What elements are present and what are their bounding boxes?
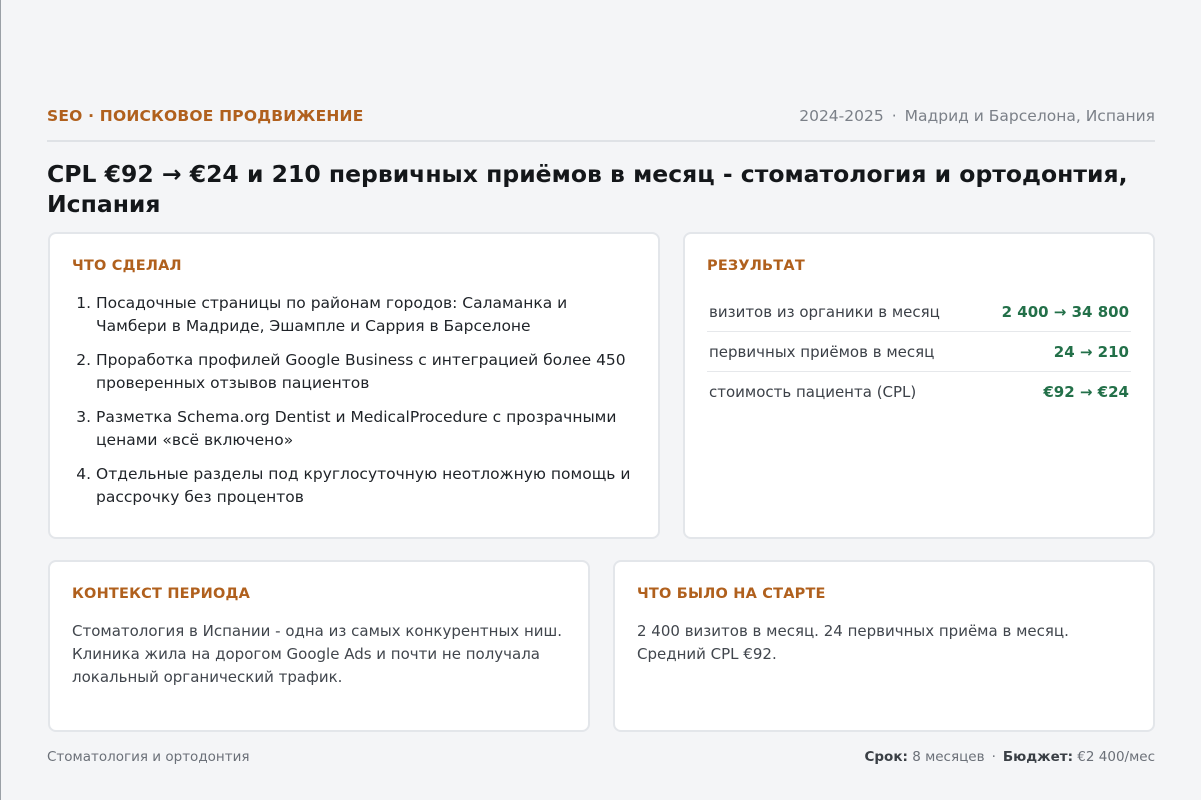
term-value: 8 месяцев [912, 749, 985, 765]
what-done-list: Посадочные страницы по районам городов: … [72, 292, 636, 509]
footer-category: Стоматология и ортодонтия [47, 749, 250, 765]
result-metrics: визитов из органики в месяц 2 400 → 34 8… [707, 292, 1131, 412]
header-bar: SEO · ПОИСКОВОЕ ПРОДВИЖЕНИЕ 2024-2025 · Ма… [47, 104, 1155, 142]
card-starting-point-label: ЧТО БЫЛО НА СТАРТЕ [637, 586, 826, 602]
list-item: Посадочные страницы по районам городов: … [96, 292, 636, 338]
starting-point-text: 2 400 визитов в месяц. 24 первичных приё… [637, 622, 1069, 663]
metric-label: визитов из органики в месяц [709, 302, 940, 321]
metric-row: визитов из органики в месяц 2 400 → 34 8… [707, 292, 1131, 332]
metric-value: €92 → €24 [1043, 383, 1129, 401]
budget-label: Бюджет: [1002, 749, 1073, 765]
case-study-page: SEO · ПОИСКОВОЕ ПРОДВИЖЕНИЕ 2024-2025 · Ма… [47, 0, 1155, 800]
project-meta: 2024-2025 · Мадрид и Барселона, Испания [799, 104, 1155, 128]
footer-terms: Срок: 8 месяцев · Бюджет: €2 400/мес [864, 749, 1155, 765]
category-eyebrow: SEO · ПОИСКОВОЕ ПРОДВИЖЕНИЕ [47, 107, 364, 125]
term-label: Срок: [864, 749, 908, 765]
metric-label: первичных приёмов в месяц [709, 342, 935, 361]
project-years: 2024-2025 [799, 107, 884, 125]
card-result: РЕЗУЛЬТАТ визитов из органики в месяц 2 … [683, 232, 1155, 539]
footer-separator: · [991, 749, 996, 765]
metric-value: 24 → 210 [1053, 342, 1129, 361]
period-context-text: Стоматология в Испании - одна из самых к… [72, 622, 562, 686]
card-what-done: ЧТО СДЕЛАЛ Посадочные страницы по района… [48, 232, 660, 539]
card-period-context-label: КОНТЕКСТ ПЕРИОДА [72, 586, 251, 602]
project-location: Мадрид и Барселона, Испания [904, 107, 1155, 125]
meta-separator: · [891, 107, 897, 125]
page-title: CPL €92 → €24 и 210 первичных приёмов в … [47, 160, 1128, 218]
card-starting-point: ЧТО БЫЛО НА СТАРТЕ 2 400 визитов в месяц… [613, 560, 1155, 732]
budget-value: €2 400/мес [1077, 749, 1155, 765]
list-item: Разметка Schema.org Dentist и MedicalPro… [96, 406, 636, 452]
list-item: Проработка профилей Google Business с ин… [96, 349, 636, 395]
card-period-context: КОНТЕКСТ ПЕРИОДА Стоматология в Испании … [48, 560, 590, 732]
metric-row: стоимость пациента (CPL) €92 → €24 [707, 372, 1131, 412]
footer: Стоматология и ортодонтия Срок: 8 месяце… [47, 746, 1155, 768]
metric-row: первичных приёмов в месяц 24 → 210 [707, 332, 1131, 372]
metric-value: 2 400 → 34 800 [1001, 302, 1129, 321]
metric-label: стоимость пациента (CPL) [709, 383, 917, 401]
card-what-done-label: ЧТО СДЕЛАЛ [72, 258, 182, 274]
card-result-label: РЕЗУЛЬТАТ [707, 258, 805, 274]
list-item: Отдельные разделы под круглосуточную нео… [96, 463, 636, 509]
